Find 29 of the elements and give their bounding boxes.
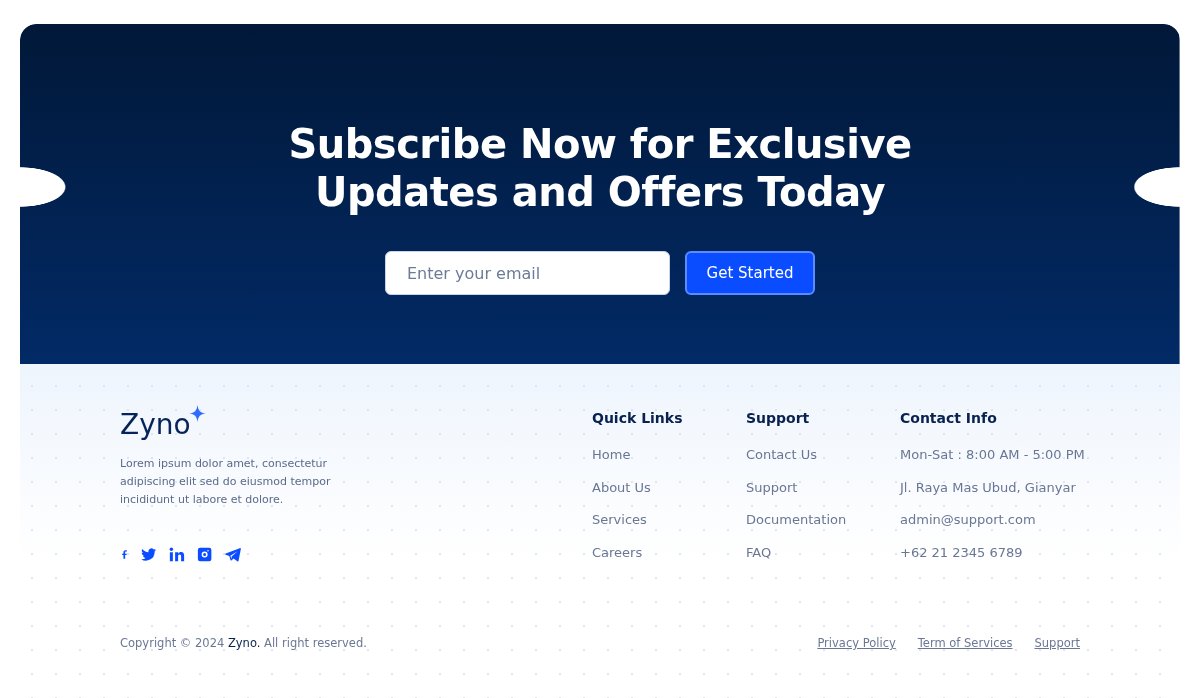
email-field[interactable]: Enter your email — [385, 251, 670, 295]
brand-logo[interactable]: Zyno — [120, 408, 206, 442]
camera-icon[interactable] — [197, 547, 213, 562]
facebook-icon[interactable] — [120, 547, 129, 562]
legal-link[interactable]: Support — [1034, 636, 1080, 650]
brand-description: Lorem ipsum dolor amet, consectetur adipiscing elit sed do eiusmod tempor incididunt ut labore et dolore. — [120, 456, 332, 508]
bird-icon[interactable] — [141, 547, 157, 562]
footer-link[interactable]: Services — [592, 511, 647, 530]
column-heading: Support — [746, 409, 810, 428]
footer-link[interactable]: FAQ — [746, 544, 772, 563]
column-heading: Quick Links — [592, 409, 683, 428]
column-heading: Contact Info — [900, 409, 997, 428]
footer-link[interactable]: Support — [746, 478, 798, 497]
legal-link[interactable]: Privacy Policy — [817, 636, 896, 650]
newsletter-title: Subscribe Now for Exclusive Updates and Offers Today — [287, 120, 913, 216]
legal-link[interactable]: Term of Services — [917, 636, 1013, 650]
footer-link[interactable]: Home — [592, 446, 631, 464]
contact-info-text: admin@support.com — [900, 511, 1036, 530]
linkedin-icon[interactable] — [169, 547, 185, 562]
footer-link[interactable]: About Us — [592, 478, 651, 497]
footer-link[interactable]: Careers — [592, 544, 643, 563]
get-started-button[interactable]: Get Started — [685, 251, 815, 295]
contact-info-text: +62 21 2345 6789 — [900, 544, 1023, 563]
copyright-text: Copyright © 2024 Zyno. All right reserved. — [120, 636, 367, 650]
contact-info-text: Jl. Raya Mas Ubud, Gianyar — [900, 478, 1076, 497]
contact-info-text: Mon-Sat : 8:00 AM - 5:00 PM — [900, 446, 1085, 464]
footer-link[interactable]: Documentation — [746, 511, 847, 530]
paper-plane-icon[interactable] — [225, 547, 241, 562]
footer-link[interactable]: Contact Us — [746, 446, 817, 464]
